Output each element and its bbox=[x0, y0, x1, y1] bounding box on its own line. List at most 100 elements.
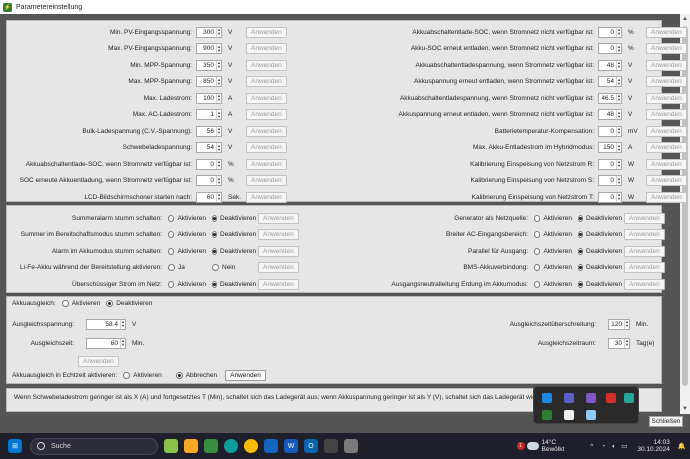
spinner-arrows-icon[interactable]: ▲ ▼ bbox=[616, 126, 621, 136]
spinner-arrows-icon[interactable]: ▲ ▼ bbox=[616, 44, 621, 53]
param-spinner[interactable]: 48 ▲ ▼ bbox=[598, 109, 622, 120]
param-spinner[interactable]: 900 ▲ ▼ bbox=[196, 43, 222, 54]
apply-button[interactable]: Anwenden bbox=[246, 125, 287, 137]
apply-button[interactable]: Anwenden bbox=[624, 278, 665, 290]
apply-button[interactable]: Anwenden bbox=[646, 43, 687, 54]
param-spinner[interactable]: 1 ▲ ▼ bbox=[196, 109, 222, 120]
toggle-option-2-radio[interactable]: Deaktivieren bbox=[578, 247, 622, 255]
radio-dot[interactable] bbox=[534, 214, 541, 222]
chrome-icon[interactable] bbox=[244, 439, 258, 453]
apply-button[interactable]: Anwenden bbox=[646, 76, 687, 87]
spinner-arrows-icon[interactable]: ▲ ▼ bbox=[216, 27, 221, 37]
solar-app-taskbar-icon[interactable] bbox=[204, 439, 218, 453]
spinner-value[interactable]: 350 bbox=[197, 62, 216, 69]
cloud-icon[interactable] bbox=[586, 410, 596, 420]
spinner-arrows-icon[interactable]: ▲ ▼ bbox=[216, 77, 221, 86]
radio-dot[interactable] bbox=[175, 371, 183, 379]
toggle-option-1-radio[interactable]: Aktivieren bbox=[168, 280, 206, 288]
radio-dot[interactable] bbox=[578, 231, 583, 238]
param-spinner[interactable]: 0 ▲ ▼ bbox=[598, 43, 622, 54]
radio-dot[interactable] bbox=[578, 264, 583, 271]
spinner-arrows-icon[interactable]: ▲ ▼ bbox=[616, 143, 621, 152]
radio-dot[interactable] bbox=[106, 299, 114, 307]
balance-timeout-spinner[interactable]: 120 ▲ ▼ bbox=[608, 318, 630, 330]
apply-button[interactable]: Anwenden bbox=[646, 92, 687, 104]
apply-button[interactable]: Anwenden bbox=[624, 212, 665, 224]
radio-dot[interactable] bbox=[212, 264, 219, 271]
close-button[interactable]: Schließen bbox=[649, 416, 683, 427]
bluetooth-icon[interactable] bbox=[542, 393, 552, 403]
toggle-option-2-radio[interactable]: Deaktivieren bbox=[212, 214, 256, 222]
param-spinner[interactable]: 0 ▲ ▼ bbox=[598, 125, 622, 137]
spinner-arrows-icon[interactable]: ▲ ▼ bbox=[120, 338, 125, 348]
toggle-option-1-radio[interactable]: Aktivieren bbox=[534, 280, 572, 288]
spinner-value[interactable]: 0 bbox=[599, 177, 616, 184]
spinner-value[interactable]: 150 bbox=[599, 144, 616, 151]
apply-button[interactable]: Anwenden bbox=[246, 158, 287, 170]
spinner-arrows-icon[interactable]: ▲ ▼ bbox=[616, 176, 621, 185]
edge-icon[interactable] bbox=[224, 439, 238, 453]
radio-dot[interactable] bbox=[534, 280, 541, 288]
settings-icon[interactable] bbox=[344, 439, 358, 453]
spinner-arrows-icon[interactable]: ▲ ▼ bbox=[216, 44, 221, 53]
apply-button[interactable]: Anwenden bbox=[258, 229, 299, 240]
apply-button[interactable]: Anwenden bbox=[646, 59, 687, 71]
radio-dot[interactable] bbox=[578, 280, 583, 288]
shield-icon[interactable] bbox=[564, 410, 574, 420]
app-taskbar-icon[interactable] bbox=[164, 439, 178, 453]
notification-bell-icon[interactable]: 🔔 bbox=[678, 442, 686, 450]
param-spinner[interactable]: 300 ▲ ▼ bbox=[196, 26, 222, 38]
spinner-arrows-icon[interactable]: ▲ ▼ bbox=[216, 143, 221, 152]
word-icon[interactable]: W bbox=[284, 439, 298, 453]
clock[interactable]: 14:03 30.10.2024 bbox=[637, 439, 670, 453]
toggle-option-2-radio[interactable]: Deaktivieren bbox=[578, 280, 622, 288]
toggle-option-2-radio[interactable]: Deaktivieren bbox=[578, 231, 622, 238]
spinner-arrows-icon[interactable]: ▲ ▼ bbox=[624, 319, 629, 329]
param-spinner[interactable]: 0 ▲ ▼ bbox=[598, 175, 622, 186]
spinner-arrows-icon[interactable]: ▲ ▼ bbox=[216, 110, 221, 119]
param-spinner[interactable]: 0 ▲ ▼ bbox=[598, 158, 622, 170]
spinner-value[interactable]: 0 bbox=[599, 45, 616, 52]
apply-button[interactable]: Anwenden bbox=[258, 245, 299, 257]
radio-dot[interactable] bbox=[212, 214, 217, 222]
spinner-value[interactable]: 850 bbox=[197, 78, 216, 85]
spinner-value[interactable]: 0 bbox=[197, 177, 216, 184]
spinner-value[interactable]: 58.4 bbox=[87, 321, 120, 328]
apply-button[interactable]: Anwenden bbox=[646, 175, 687, 186]
scroll-down-arrow-icon[interactable]: ▼ bbox=[680, 404, 690, 414]
radio-dot[interactable] bbox=[534, 231, 541, 238]
spinner-arrows-icon[interactable]: ▲ ▼ bbox=[216, 93, 221, 103]
spinner-arrows-icon[interactable]: ▲ ▼ bbox=[624, 338, 629, 348]
file-explorer-icon[interactable] bbox=[184, 439, 198, 453]
apply-button[interactable]: Anwenden bbox=[258, 212, 299, 224]
param-spinner[interactable]: 150 ▲ ▼ bbox=[598, 142, 622, 153]
apply-button[interactable]: Anwenden bbox=[646, 158, 687, 170]
spinner-arrows-icon[interactable]: ▲ ▼ bbox=[216, 192, 221, 202]
toggle-option-1-radio[interactable]: Aktivieren bbox=[168, 247, 206, 255]
toggle-option-2-radio[interactable]: Nein bbox=[212, 264, 254, 271]
toggle-option-2-radio[interactable]: Deaktivieren bbox=[578, 264, 622, 271]
outlook-icon[interactable]: O bbox=[304, 439, 318, 453]
param-spinner[interactable]: 54 ▲ ▼ bbox=[598, 76, 622, 87]
apply-button[interactable]: Anwenden bbox=[246, 76, 287, 87]
apply-button[interactable]: Anwenden bbox=[258, 262, 299, 273]
toggle-option-2-radio[interactable]: Deaktivieren bbox=[212, 231, 256, 238]
spinner-value[interactable]: 0 bbox=[197, 161, 216, 168]
apply-button[interactable]: Anwenden bbox=[646, 191, 687, 203]
spinner-arrows-icon[interactable]: ▲ ▼ bbox=[616, 27, 621, 37]
tray-chevron-icon[interactable]: ^ bbox=[590, 443, 593, 450]
spinner-value[interactable]: 0 bbox=[599, 128, 616, 135]
spinner-value[interactable]: 0 bbox=[599, 194, 616, 201]
radio-dot[interactable] bbox=[534, 247, 541, 255]
toggle-option-2-radio[interactable]: Deaktivieren bbox=[578, 214, 622, 222]
apply-button[interactable]: Anwenden bbox=[246, 43, 287, 54]
spinner-value[interactable]: 1 bbox=[197, 111, 216, 118]
apply-button[interactable]: Anwenden bbox=[624, 262, 665, 273]
radio-dot[interactable] bbox=[534, 264, 541, 271]
apply-button[interactable]: Anwenden bbox=[624, 229, 665, 240]
apply-button[interactable]: Anwenden bbox=[646, 142, 687, 153]
mail-icon[interactable] bbox=[264, 439, 278, 453]
balance-time-spinner[interactable]: 60 ▲ ▼ bbox=[86, 337, 126, 349]
param-spinner[interactable]: 0 ▲ ▼ bbox=[196, 175, 222, 186]
param-spinner[interactable]: 48 ▲ ▼ bbox=[598, 59, 622, 71]
